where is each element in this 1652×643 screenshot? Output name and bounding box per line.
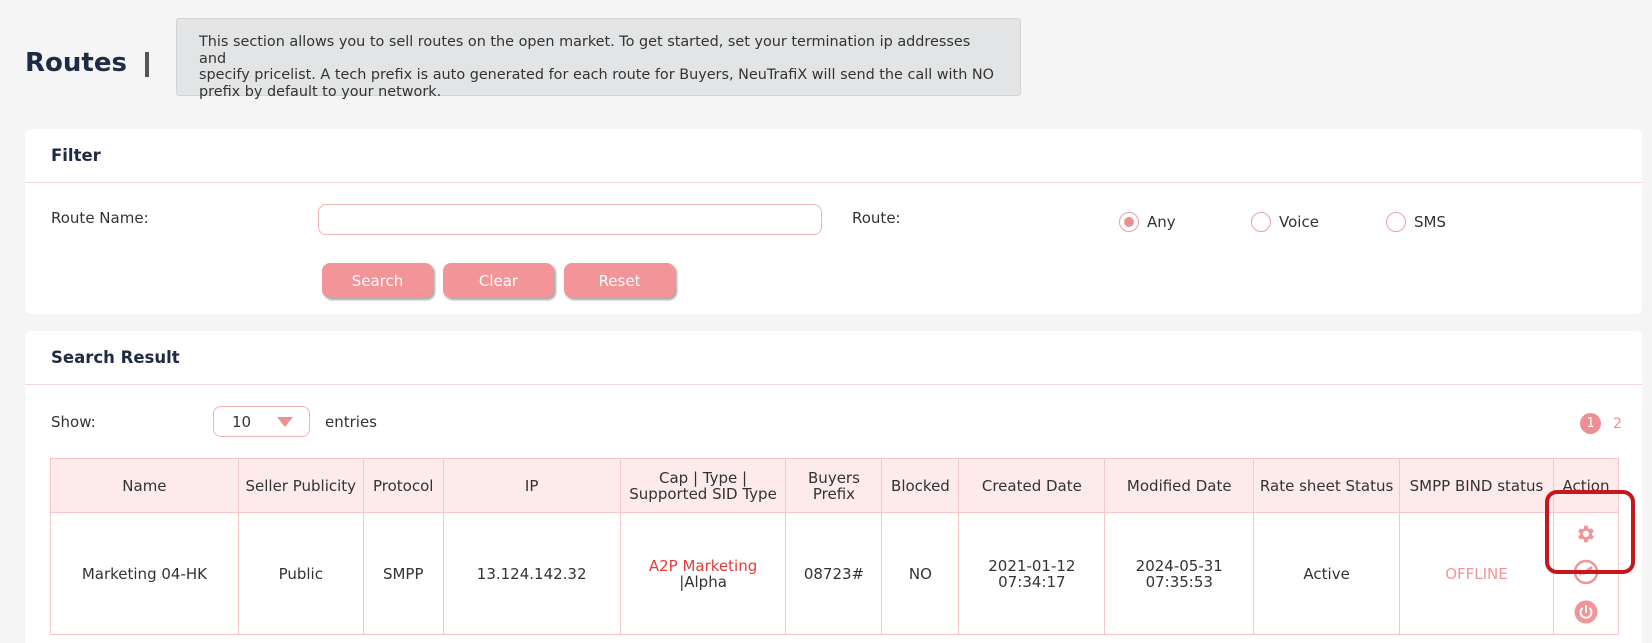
- cap-type-text: A2P Marketing: [648, 556, 758, 575]
- page-1[interactable]: 1: [1580, 413, 1602, 434]
- search-result-heading: Search Result: [25, 331, 1642, 385]
- created-time: 07:34:17: [998, 572, 1066, 591]
- radio-sms-circle[interactable]: [1386, 212, 1406, 232]
- radio-any-label: Any: [1147, 213, 1176, 231]
- col-modified-date: Modified Date: [1104, 458, 1255, 513]
- show-label: Show:: [51, 413, 96, 431]
- info-box: This section allows you to sell routes o…: [176, 18, 1021, 100]
- modified-time: 07:35:53: [1145, 572, 1213, 591]
- table-header-row: Name Seller Publicity Protocol IP Cap | …: [50, 458, 1620, 513]
- cell-blocked: NO: [881, 512, 960, 635]
- filter-heading: Filter: [25, 129, 1642, 183]
- col-ip: IP: [442, 458, 621, 513]
- cell-name: Marketing 04-HK: [50, 512, 239, 635]
- cell-modified-date: 2024-05-31 07:35:53: [1104, 512, 1255, 635]
- col-seller-publicity: Seller Publicity: [237, 458, 364, 513]
- route-name-input[interactable]: [318, 204, 822, 235]
- radio-any[interactable]: Any: [1119, 212, 1176, 232]
- clear-button[interactable]: Clear: [443, 263, 554, 298]
- radio-any-circle[interactable]: [1119, 212, 1139, 232]
- search-button[interactable]: Search: [322, 263, 433, 298]
- radio-voice-label: Voice: [1279, 213, 1319, 231]
- col-rate-sheet-status: Rate sheet Status: [1253, 458, 1401, 513]
- route-name-label: Route Name:: [51, 209, 149, 227]
- info-line-3: prefix by default to your network.: [199, 83, 442, 100]
- info-line-1: This section allows you to sell routes o…: [199, 34, 971, 67]
- created-date: 2021-01-12: [988, 556, 1076, 575]
- cell-buyers-prefix: 08723#: [785, 512, 883, 635]
- page-2[interactable]: 2: [1613, 416, 1622, 432]
- cell-protocol: SMPP: [362, 512, 444, 635]
- col-cap-type: Cap | Type | Supported SID Type: [619, 458, 787, 513]
- col-smpp-bind-status: SMPP BIND status: [1399, 458, 1554, 513]
- cell-smpp-status: OFFLINE: [1399, 512, 1554, 635]
- title-separator: [145, 52, 149, 77]
- cell-publicity: Public: [237, 512, 364, 635]
- cell-rate-status: Active: [1253, 512, 1401, 635]
- cell-cap-type: A2P Marketing |Alpha: [619, 512, 787, 635]
- reset-button[interactable]: Reset: [564, 263, 675, 298]
- radio-voice[interactable]: Voice: [1251, 212, 1319, 232]
- route-label: Route:: [852, 209, 901, 227]
- col-blocked: Blocked: [881, 458, 960, 513]
- search-result-card: Search Result Show: 10 entries 1 2 Name …: [25, 331, 1642, 643]
- radio-voice-circle[interactable]: [1251, 212, 1271, 232]
- power-icon[interactable]: [1573, 599, 1599, 625]
- page-title: Routes: [25, 48, 127, 78]
- entries-select-value: 10: [232, 412, 252, 431]
- modified-date: 2024-05-31: [1135, 556, 1223, 575]
- entries-select[interactable]: 10: [213, 406, 310, 437]
- pagination: 1 2: [1580, 413, 1622, 434]
- col-name: Name: [50, 458, 239, 513]
- sid-type-text: |Alpha: [679, 572, 727, 591]
- routes-table: Name Seller Publicity Protocol IP Cap | …: [50, 458, 1620, 635]
- chevron-down-icon[interactable]: [277, 417, 293, 427]
- radio-sms-label: SMS: [1414, 213, 1446, 231]
- cell-ip: 13.124.142.32: [442, 512, 621, 635]
- col-buyers-prefix: Buyers Prefix: [785, 458, 883, 513]
- cell-created-date: 2021-01-12 07:34:17: [958, 512, 1106, 635]
- info-line-2: specify pricelist. A tech prefix is auto…: [199, 67, 994, 83]
- entries-label: entries: [325, 413, 377, 431]
- action-highlight-box: [1545, 490, 1635, 574]
- radio-sms[interactable]: SMS: [1386, 212, 1446, 232]
- table-row: Marketing 04-HK Public SMPP 13.124.142.3…: [50, 512, 1620, 635]
- col-created-date: Created Date: [958, 458, 1106, 513]
- filter-card: Filter Route Name: Route: Any Voice SMS …: [25, 129, 1642, 314]
- col-protocol: Protocol: [362, 458, 444, 513]
